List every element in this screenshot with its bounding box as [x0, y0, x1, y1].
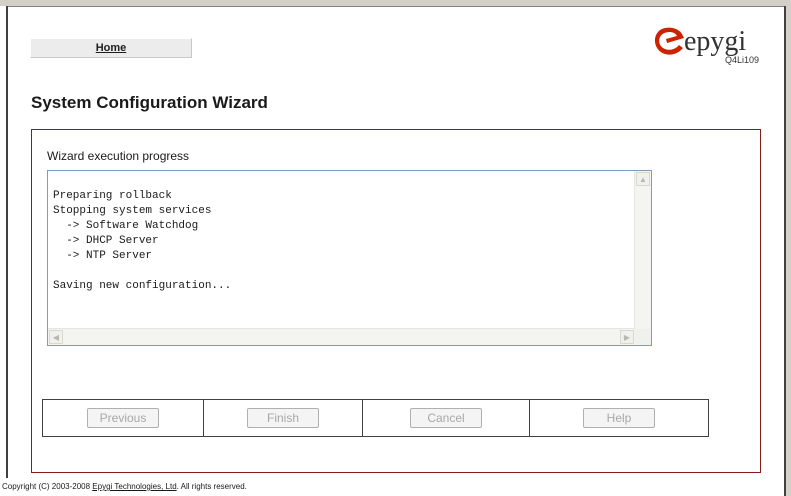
progress-label: Wizard execution progress [47, 149, 190, 163]
scroll-up-arrow-icon[interactable]: ▲ [636, 172, 650, 186]
copyright-footer: Copyright (C) 2003-2008 Epygi Technologi… [2, 482, 247, 491]
cancel-cell: Cancel [363, 400, 530, 436]
epygi-e-logo-icon [654, 27, 684, 55]
logo-wordmark: epygi [684, 26, 747, 57]
previous-button[interactable]: Previous [87, 408, 159, 428]
horizontal-scrollbar[interactable]: ◀ ▶ [48, 328, 635, 345]
progress-log[interactable]: Preparing rollback Stopping system servi… [47, 170, 652, 346]
device-model: Q4Li109 [725, 55, 760, 65]
scrollbar-corner [635, 329, 651, 345]
window-right-edge [784, 6, 791, 496]
finish-cell: Finish [204, 400, 363, 436]
finish-button[interactable]: Finish [247, 408, 319, 428]
help-button[interactable]: Help [583, 408, 655, 428]
page-title: System Configuration Wizard [31, 93, 268, 112]
copyright-prefix: Copyright (C) 2003-2008 [2, 482, 93, 491]
window-left-edge [0, 6, 8, 478]
cancel-button[interactable]: Cancel [410, 408, 482, 428]
home-tab[interactable]: Home [30, 38, 192, 58]
page: Home epygi Q4Li109 System Configuration … [0, 0, 791, 496]
home-link[interactable]: Home [96, 42, 127, 54]
wizard-panel: Wizard execution progress Preparing roll… [31, 129, 761, 473]
scroll-left-arrow-icon[interactable]: ◀ [49, 330, 63, 344]
wizard-button-bar: Previous Finish Cancel Help [42, 399, 709, 437]
scroll-right-arrow-icon[interactable]: ▶ [620, 330, 634, 344]
help-cell: Help [530, 400, 708, 436]
window-top-edge [0, 0, 791, 7]
epygi-logo: epygi Q4Li109 [652, 26, 782, 66]
progress-log-text: Preparing rollback Stopping system servi… [53, 190, 232, 292]
company-link[interactable]: Epygi Technologies, Ltd [92, 482, 176, 491]
vertical-scrollbar[interactable]: ▲ [634, 171, 651, 329]
previous-cell: Previous [43, 400, 204, 436]
copyright-suffix: . All rights reserved. [176, 482, 247, 491]
